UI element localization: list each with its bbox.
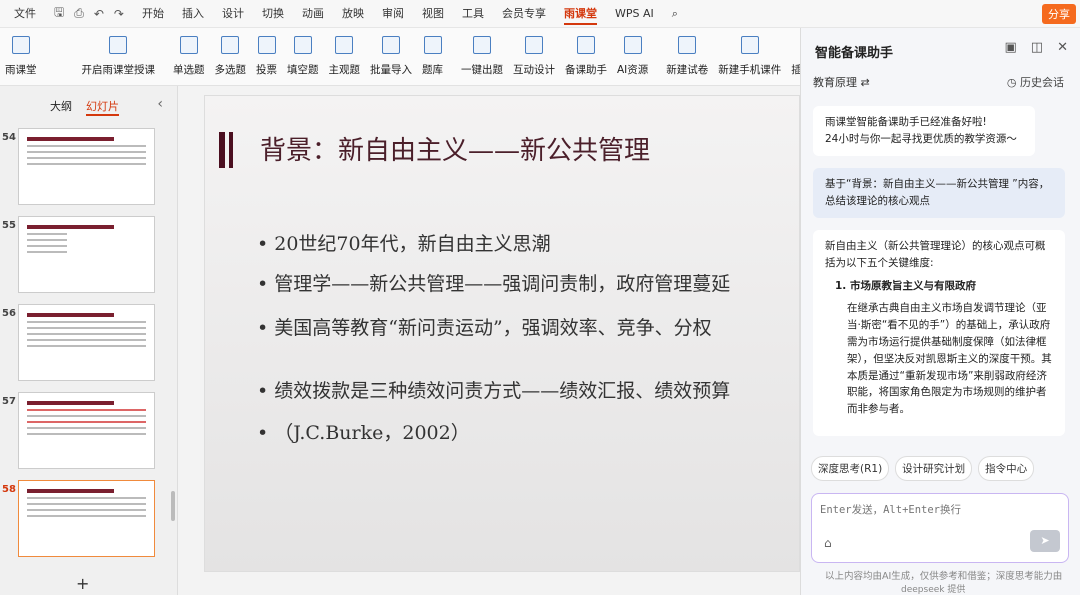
subject-label: 教育原理 bbox=[813, 76, 857, 89]
rain-classroom-button[interactable]: 雨课堂 bbox=[5, 36, 37, 77]
auto-question-button[interactable]: 一键出题 bbox=[461, 36, 503, 77]
batch-import-button[interactable]: 批量导入 bbox=[370, 36, 412, 77]
start-teaching-button[interactable]: 开启雨课堂授课 bbox=[82, 36, 155, 77]
menu-wps-ai[interactable]: WPS AI bbox=[607, 0, 662, 28]
research-plan-chip[interactable]: 设计研究计划 bbox=[895, 456, 973, 481]
menu-home[interactable]: 开始 bbox=[134, 0, 172, 28]
mobile-icon bbox=[740, 36, 759, 54]
redo-icon[interactable]: ↷ bbox=[114, 7, 124, 21]
interaction-design-button[interactable]: 互动设计 bbox=[513, 36, 555, 77]
auto-question-icon bbox=[473, 36, 491, 54]
menu-slideshow[interactable]: 放映 bbox=[334, 0, 372, 28]
slide-title: 背景：新自由主义——新公共管理 bbox=[260, 136, 651, 166]
ai-panel-title: 智能备课助手 bbox=[815, 46, 894, 61]
close-icon[interactable]: ✕ bbox=[1057, 40, 1068, 55]
menu-member[interactable]: 会员专享 bbox=[494, 0, 554, 28]
folder-icon[interactable]: ⌂ bbox=[824, 536, 832, 550]
multi-choice-button[interactable]: 多选题 bbox=[215, 36, 246, 77]
deep-think-chip[interactable]: 深度思考(R1) bbox=[811, 456, 890, 481]
share-button[interactable]: 分享 bbox=[1042, 4, 1076, 24]
add-slide-button[interactable]: + bbox=[76, 574, 89, 593]
tab-outline[interactable]: 大纲 bbox=[50, 98, 72, 116]
slide-thumbnail[interactable] bbox=[18, 392, 155, 469]
tab-slides[interactable]: 幻灯片 bbox=[86, 98, 119, 116]
fill-blank-button[interactable]: 填空题 bbox=[287, 36, 319, 77]
ai-resource-button[interactable]: AI资源 bbox=[617, 36, 648, 77]
scrollbar[interactable] bbox=[171, 491, 175, 521]
ai-assistant-panel: 智能备课助手 ▣ ◫ ✕ 教育原理 ⇄ ◷ 历史会话 雨课堂智能备课助手已经准备… bbox=[800, 28, 1080, 595]
menu-review[interactable]: 审阅 bbox=[374, 0, 412, 28]
undo-icon[interactable]: ↶ bbox=[94, 7, 104, 21]
teaching-icon bbox=[109, 36, 128, 54]
slide-number: 56 bbox=[2, 308, 16, 319]
ribbon: 雨课堂 开启雨课堂授课 单选题 多选题 投票 填空题 主观题 批量导入 题库 一… bbox=[0, 28, 833, 86]
import-icon bbox=[382, 36, 400, 54]
slide-canvas[interactable]: 背景：新自由主义——新公共管理 • 20世纪70年代，新自由主义思潮 • 管理学… bbox=[204, 95, 800, 572]
ai-reply: 新自由主义（新公共管理理论）的核心观点可概括为以下五个关键维度: 1. 市场原教… bbox=[813, 230, 1065, 436]
chat-input-box: ⌂ ➤ bbox=[811, 493, 1069, 563]
slide-bullet: • 20世纪70年代，新自由主义思潮 bbox=[257, 233, 551, 255]
question-bank-button[interactable]: 题库 bbox=[422, 36, 443, 77]
slide-number: 54 bbox=[2, 132, 16, 143]
subject-selector[interactable]: 教育原理 ⇄ bbox=[813, 74, 870, 90]
slide-number: 58 bbox=[2, 484, 16, 495]
menu-insert[interactable]: 插入 bbox=[174, 0, 212, 28]
single-choice-icon bbox=[179, 36, 198, 54]
collapse-icon[interactable]: ‹ bbox=[157, 96, 163, 112]
save-icon[interactable]: 🖫 bbox=[54, 3, 64, 24]
layout-icon[interactable]: ◫ bbox=[1031, 40, 1043, 55]
bank-icon bbox=[423, 36, 442, 54]
slide-number: 55 bbox=[2, 220, 16, 231]
slide-number: 57 bbox=[2, 396, 16, 407]
vote-icon bbox=[257, 36, 276, 54]
command-center-chip[interactable]: 指令中心 bbox=[978, 456, 1035, 481]
provider-label: deepseek 提供 bbox=[901, 585, 966, 595]
slide-thumbnail[interactable] bbox=[18, 304, 155, 381]
slide-panel: 大纲 幻灯片 ‹ 54 55 56 57 58 + bbox=[0, 86, 178, 595]
greeting-message: 雨课堂智能备课助手已经准备好啦! 24小时与你一起寻找更优质的教学资源～ bbox=[813, 106, 1035, 156]
chat-input[interactable] bbox=[820, 504, 1050, 516]
quick-access-toolbar: 🖫 ⎙ ↶ ↷ bbox=[46, 3, 132, 24]
history-button[interactable]: ◷ 历史会话 bbox=[1007, 74, 1064, 90]
title-accent-bar bbox=[229, 132, 233, 168]
subjective-button[interactable]: 主观题 bbox=[329, 36, 360, 77]
slide-thumbnail[interactable] bbox=[18, 216, 155, 293]
menu-tools[interactable]: 工具 bbox=[454, 0, 492, 28]
disclaimer: 以上内容均由AI生成，仅供参考和借鉴；深度思考能力由 bbox=[825, 571, 1063, 582]
interaction-icon bbox=[525, 36, 543, 54]
menu-animations[interactable]: 动画 bbox=[294, 0, 332, 28]
menu-file[interactable]: 文件 bbox=[6, 0, 44, 28]
ai-resource-icon bbox=[623, 36, 642, 54]
subjective-icon bbox=[335, 36, 354, 54]
title-accent-bar bbox=[219, 132, 225, 168]
slide-bullet: • （J.C.Burke，2002） bbox=[257, 422, 470, 444]
search-icon[interactable]: ⌕ bbox=[664, 0, 686, 28]
slide-thumbnail[interactable] bbox=[18, 128, 155, 205]
menu-view[interactable]: 视图 bbox=[414, 0, 452, 28]
menu-rain-classroom[interactable]: 雨课堂 bbox=[556, 0, 605, 28]
new-mobile-courseware-button[interactable]: 新建手机课件 bbox=[718, 36, 781, 77]
menu-design[interactable]: 设计 bbox=[214, 0, 252, 28]
new-exam-button[interactable]: 新建试卷 bbox=[666, 36, 708, 77]
print-icon[interactable]: ⎙ bbox=[74, 6, 84, 21]
assistant-icon bbox=[577, 36, 595, 54]
exam-icon bbox=[678, 36, 697, 54]
slide-bullet: • 绩效拨款是三种绩效问责方式——绩效汇报、绩效预算 bbox=[257, 380, 731, 402]
rain-classroom-icon bbox=[11, 36, 30, 54]
multi-choice-icon bbox=[221, 36, 240, 54]
menu-bar: 文件 🖫 ⎙ ↶ ↷ 开始 插入 设计 切换 动画 放映 审阅 视图 工具 会员… bbox=[0, 0, 1080, 28]
lesson-assistant-button[interactable]: 备课助手 bbox=[565, 36, 607, 77]
user-message: 基于“背景：新自由主义——新公共管理 ”内容，总结该理论的核心观点 bbox=[813, 168, 1065, 218]
slide-thumbnail-selected[interactable] bbox=[18, 480, 155, 557]
slide-bullet: • 管理学——新公共管理——强调问责制，政府管理蔓延 bbox=[257, 273, 731, 295]
menu-transitions[interactable]: 切换 bbox=[254, 0, 292, 28]
fill-blank-icon bbox=[293, 36, 312, 54]
send-button[interactable]: ➤ bbox=[1030, 530, 1060, 552]
slide-bullet: • 美国高等教育“新问责运动”，强调效率、竞争、分权 bbox=[257, 317, 712, 339]
vote-button[interactable]: 投票 bbox=[256, 36, 277, 77]
image-icon[interactable]: ▣ bbox=[1005, 40, 1017, 55]
single-choice-button[interactable]: 单选题 bbox=[173, 36, 205, 77]
